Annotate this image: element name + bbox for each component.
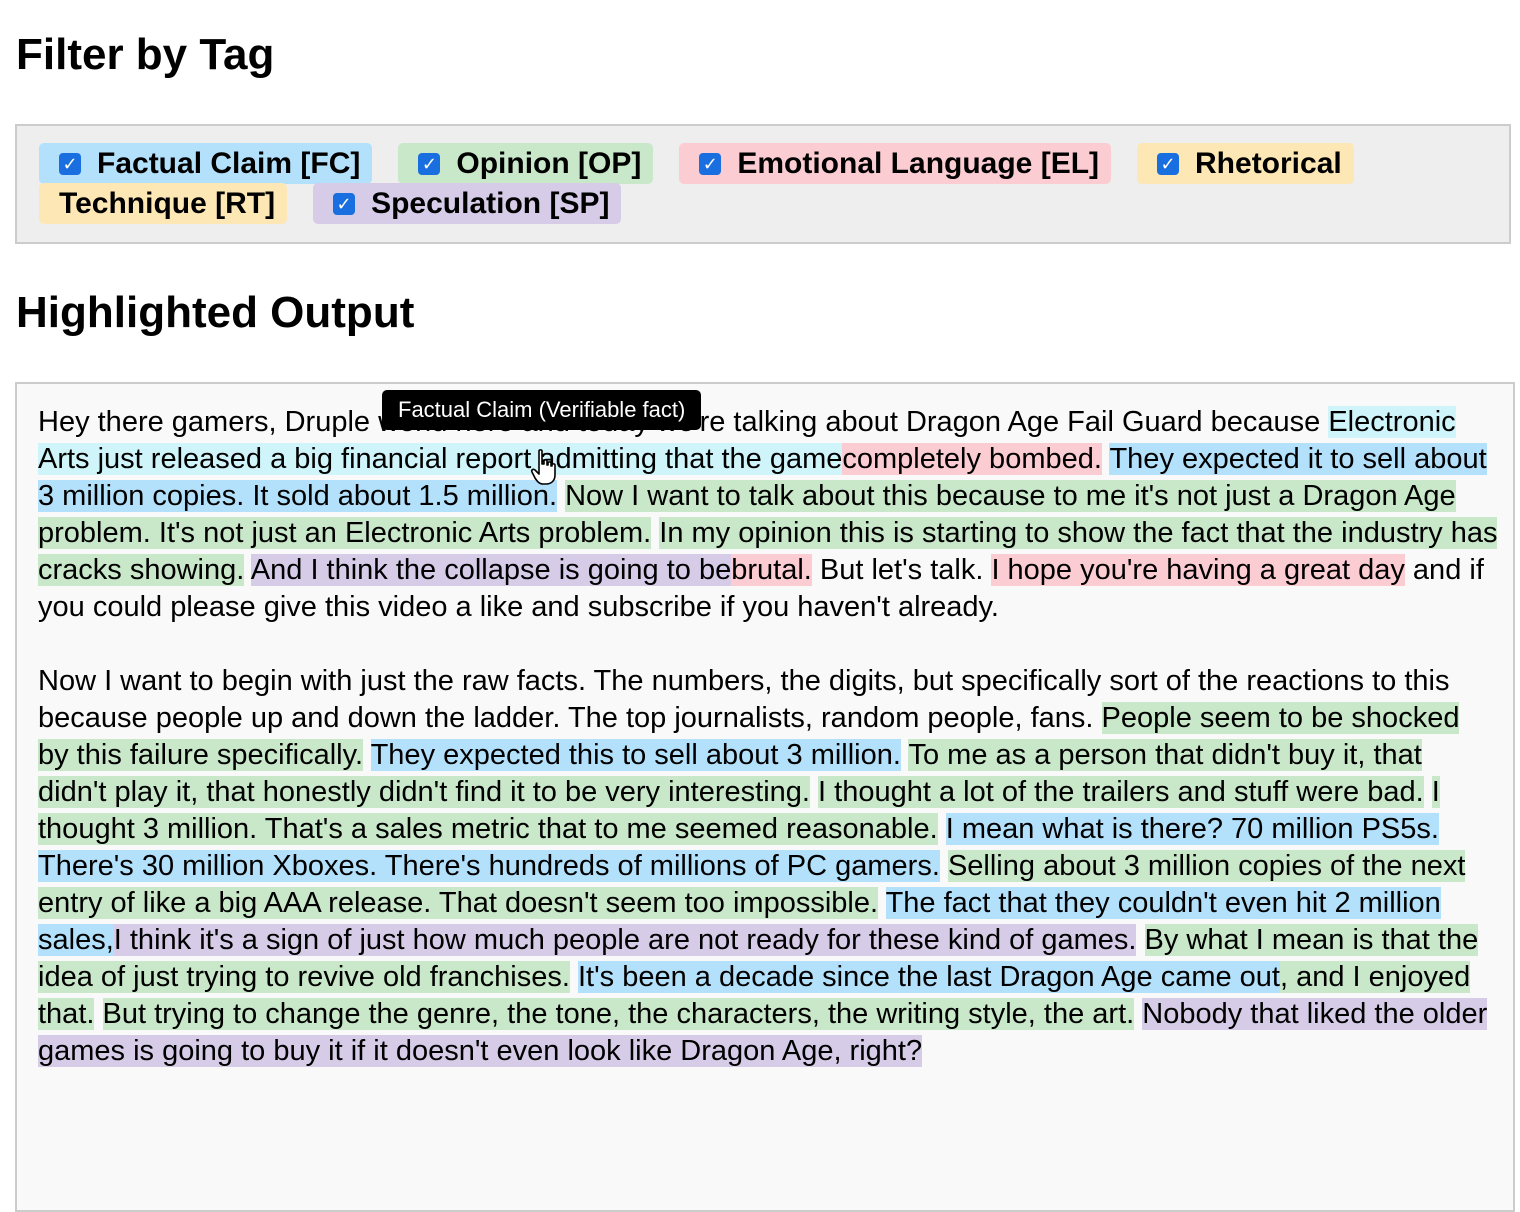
highlighted-output-panel: Hey there gamers, Druple world here and …	[15, 382, 1515, 1212]
plain-text: But let's talk.	[811, 554, 992, 586]
highlight-emotional-language[interactable]: brutal.	[731, 554, 812, 586]
tag-label: Rhetorical	[1195, 147, 1342, 180]
output-paragraph: Now I want to begin with just the raw fa…	[38, 663, 1498, 1070]
highlight-opinion[interactable]: But trying to change the genre, the tone…	[102, 998, 1135, 1030]
highlight-factual-claim[interactable]: It's been a decade since the last Dragon…	[578, 961, 1280, 993]
highlight-opinion[interactable]: I thought a lot of the trailers and stuf…	[818, 776, 1424, 808]
tag-label: Emotional Language [EL]	[737, 147, 1100, 180]
output-heading: Highlighted Output	[16, 288, 415, 337]
tag-filter-opinion[interactable]: ✓ Opinion [OP]	[398, 143, 654, 184]
checkbox-checked-icon[interactable]: ✓	[699, 153, 722, 175]
checkbox-checked-icon[interactable]: ✓	[418, 153, 441, 175]
plain-text	[878, 887, 886, 919]
hand-pointer-cursor-icon	[530, 449, 556, 485]
highlighted-text: Hey there gamers, Druple world here and …	[38, 404, 1498, 1107]
tag-label: Speculation [SP]	[371, 187, 610, 220]
tag-filter-factual-claim[interactable]: ✓ Factual Claim [FC]	[39, 143, 373, 184]
filter-heading: Filter by Tag	[16, 30, 275, 79]
highlight-speculation[interactable]: I think it's a sign of just how much peo…	[113, 924, 1137, 956]
plain-text	[810, 776, 818, 808]
plain-text	[1136, 924, 1144, 956]
highlight-speculation[interactable]: And I think the collapse is going to be	[250, 554, 732, 586]
highlight-emotional-language[interactable]: completely bombed.	[842, 443, 1102, 475]
tag-list: ✓ Factual Claim [FC] ✓ Opinion [OP] ✓ Emotion…	[39, 143, 1439, 224]
tag-label: Opinion [OP]	[456, 147, 642, 180]
output-paragraph: Hey there gamers, Druple world here and …	[38, 404, 1498, 626]
highlight-emotional-language[interactable]: I hope you're having a great day	[991, 554, 1405, 586]
plain-text	[244, 554, 250, 586]
highlight-factual-claim[interactable]: They expected this to sell about 3 milli…	[370, 739, 901, 771]
tag-label: Factual Claim [FC]	[97, 147, 361, 180]
plain-text	[94, 998, 102, 1030]
checkbox-checked-icon[interactable]: ✓	[1157, 153, 1180, 175]
checkbox-checked-icon[interactable]: ✓	[59, 153, 81, 175]
plain-text	[363, 739, 371, 771]
checkbox-checked-icon[interactable]: ✓	[333, 193, 356, 215]
plain-text	[940, 850, 948, 882]
tag-filter-emotional-language[interactable]: ✓ Emotional Language [EL]	[679, 143, 1112, 184]
tag-filter-speculation[interactable]: ✓ Speculation [SP]	[313, 183, 622, 224]
plain-text	[1424, 776, 1432, 808]
tooltip: Factual Claim (Verifiable fact)	[382, 390, 702, 430]
plain-text	[938, 813, 946, 845]
plain-text	[570, 961, 578, 993]
filter-panel: ✓ Factual Claim [FC] ✓ Opinion [OP] ✓ Emotion…	[15, 124, 1511, 244]
tag-label: Technique [RT]	[59, 187, 276, 220]
